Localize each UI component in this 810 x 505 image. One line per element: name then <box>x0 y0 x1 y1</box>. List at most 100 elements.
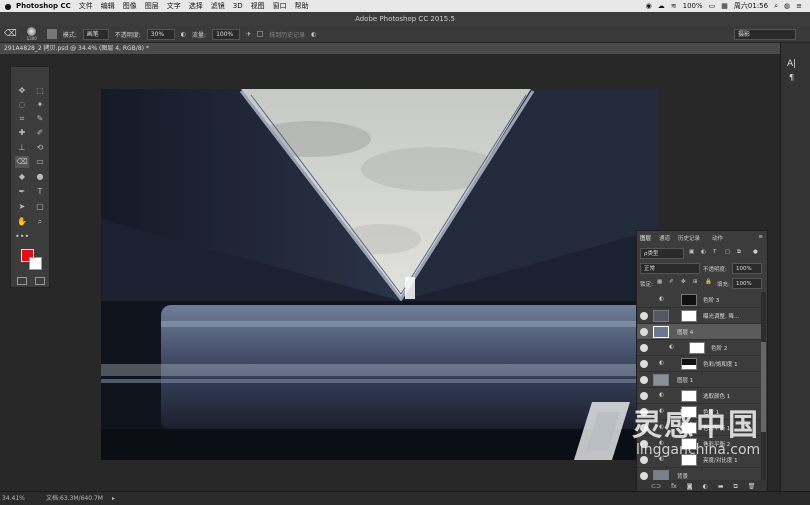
airbrush-icon[interactable]: ✈ <box>246 31 251 38</box>
pressure-size-icon[interactable]: ◐ <box>311 31 316 38</box>
visibility-eye-icon[interactable] <box>640 360 648 368</box>
eyedropper-icon[interactable]: ✎ <box>33 113 47 125</box>
mode-select[interactable]: 画笔 <box>82 28 109 40</box>
pen-tool-icon[interactable]: ✒ <box>15 186 29 198</box>
tab-history[interactable]: 历史记录 <box>678 234 700 242</box>
menu-image[interactable]: 图像 <box>123 1 137 11</box>
app-menu[interactable]: Photoshop CC <box>16 2 71 10</box>
filter-pixel-icon[interactable]: ▣ <box>689 249 694 255</box>
new-group-icon[interactable]: ▬ <box>718 483 724 490</box>
more-tools-icon[interactable]: ••• <box>15 231 29 243</box>
menu-edit[interactable]: 编辑 <box>101 1 115 11</box>
visibility-eye-icon[interactable] <box>640 328 648 336</box>
magic-wand-icon[interactable]: ✦ <box>33 99 47 111</box>
healing-brush-icon[interactable]: ✚ <box>15 127 29 139</box>
erase-history-checkbox[interactable] <box>257 31 264 37</box>
list-icon[interactable]: ≡ <box>796 2 802 10</box>
doc-size[interactable]: 文档:63.3M/640.7M <box>46 492 103 505</box>
siri-icon[interactable]: ◍ <box>784 2 790 10</box>
character-panel-icon[interactable]: A| <box>787 59 796 69</box>
lock-pixels-icon[interactable]: ✐ <box>669 279 674 285</box>
blend-mode-select[interactable]: 正常 <box>640 263 700 274</box>
layer-row-layer-1[interactable]: 图层 1 <box>637 372 762 388</box>
eraser-icon[interactable]: ⌫ <box>4 29 17 39</box>
tab-actions[interactable]: 动作 <box>712 234 723 242</box>
gradient-tool-icon[interactable]: ▭ <box>33 156 47 168</box>
menu-view[interactable]: 视图 <box>251 1 265 11</box>
stamp-tool-icon[interactable]: ⊥ <box>15 142 29 154</box>
wifi-icon[interactable]: ≋ <box>671 2 677 10</box>
layer-row-levels-2[interactable]: ◐ 色阶 2 <box>637 340 762 356</box>
lock-all-icon[interactable]: 🔒 <box>705 279 712 285</box>
lock-artboard-icon[interactable]: ⊞ <box>693 279 698 285</box>
menu-window[interactable]: 窗口 <box>273 1 287 11</box>
crop-tool-icon[interactable]: ⌗ <box>15 113 29 125</box>
visibility-eye-icon[interactable] <box>640 472 648 480</box>
flow-field[interactable]: 100% <box>212 28 241 40</box>
status-arrow-icon[interactable]: ▸ <box>112 492 115 505</box>
visibility-eye-icon[interactable] <box>640 376 648 384</box>
hand-tool-icon[interactable]: ✋ <box>15 216 29 228</box>
path-selection-icon[interactable]: ➤ <box>15 201 29 213</box>
menu-help[interactable]: 帮助 <box>295 1 309 11</box>
move-tool-icon[interactable]: ✥ <box>15 85 29 97</box>
brush-preset-picker[interactable]: 1300 <box>23 27 41 41</box>
clock[interactable]: 周六01:56 <box>734 1 768 11</box>
lasso-tool-icon[interactable]: ◌ <box>15 99 29 111</box>
visibility-eye-icon[interactable] <box>640 296 648 304</box>
zoom-tool-icon[interactable]: ⌕ <box>33 216 47 228</box>
apple-icon[interactable]: ● <box>0 2 16 11</box>
link-layers-icon[interactable]: ⊂⊃ <box>651 483 661 490</box>
layer-row-layer-4[interactable]: 图层 4 <box>637 324 762 340</box>
fill-field[interactable]: 100% <box>732 278 762 289</box>
visibility-eye-icon[interactable] <box>640 312 648 320</box>
menu-file[interactable]: 文件 <box>79 1 93 11</box>
battery-icon[interactable]: ▭ <box>709 2 716 10</box>
layer-opacity-field[interactable]: 100% <box>732 263 762 274</box>
opacity-field[interactable]: 30% <box>146 28 175 40</box>
document-tab[interactable]: 291A4828_2 拷贝.psd @ 34.4% (图层 4, RGB/8) … <box>0 43 780 54</box>
filter-toggle-icon[interactable]: ● <box>753 249 758 255</box>
rectangle-tool-icon[interactable]: ▢ <box>33 201 47 213</box>
brush-tool-icon[interactable]: ✐ <box>33 127 47 139</box>
trash-icon[interactable]: 🗑 <box>748 483 756 490</box>
flag-icon[interactable]: ▦ <box>721 2 728 10</box>
menu-3d[interactable]: 3D <box>233 2 243 10</box>
pressure-opacity-icon[interactable]: ◐ <box>181 31 186 38</box>
layer-row-exposure[interactable]: 曝光调整, 降... <box>637 308 762 324</box>
visibility-eye-icon[interactable] <box>640 344 648 352</box>
tab-layers[interactable]: 图层 <box>640 234 651 242</box>
blur-tool-icon[interactable]: ◆ <box>15 171 29 183</box>
workspace-select[interactable]: 摄影 <box>734 28 796 40</box>
panel-menu-icon[interactable]: ≡ <box>758 234 763 240</box>
filter-shape-icon[interactable]: ▢ <box>725 249 730 255</box>
new-layer-icon[interactable]: ⧉ <box>733 483 737 491</box>
brush-panel-icon[interactable] <box>46 29 57 39</box>
zoom-level[interactable]: 34.41% <box>2 492 25 505</box>
type-tool-icon[interactable]: T <box>33 186 47 198</box>
record-icon[interactable]: ◉ <box>646 2 652 10</box>
dodge-tool-icon[interactable]: ● <box>33 171 47 183</box>
paragraph-panel-icon[interactable]: ¶ <box>789 73 794 82</box>
layer-row-background[interactable]: 背景 <box>637 468 762 480</box>
screen-mode-icon[interactable] <box>35 277 45 285</box>
filter-adjust-icon[interactable]: ◐ <box>701 249 706 255</box>
filter-type-icon[interactable]: T <box>713 249 716 255</box>
cloud-icon[interactable]: ☁ <box>658 2 665 10</box>
history-brush-icon[interactable]: ⟲ <box>33 142 47 154</box>
quick-mask-icon[interactable] <box>17 277 27 285</box>
lock-position-icon[interactable]: ✥ <box>681 279 686 285</box>
background-color-swatch[interactable] <box>29 257 42 270</box>
add-mask-icon[interactable]: ◙ <box>687 483 693 490</box>
kind-filter-select[interactable]: ρ类型 <box>640 248 684 259</box>
tab-channels[interactable]: 通道 <box>659 234 670 242</box>
menu-type[interactable]: 文字 <box>167 1 181 11</box>
new-adjustment-icon[interactable]: ◐ <box>703 483 708 490</box>
menu-filter[interactable]: 滤镜 <box>211 1 225 11</box>
lock-transparent-icon[interactable]: ▦ <box>657 279 662 285</box>
fx-icon[interactable]: fx <box>671 483 677 490</box>
menu-layer[interactable]: 图层 <box>145 1 159 11</box>
filter-smart-icon[interactable]: ⧉ <box>737 249 741 256</box>
layer-row-hue-sat[interactable]: ◐ 色彩/饱和度 1 <box>637 356 762 372</box>
search-icon[interactable]: ⌕ <box>774 2 778 11</box>
